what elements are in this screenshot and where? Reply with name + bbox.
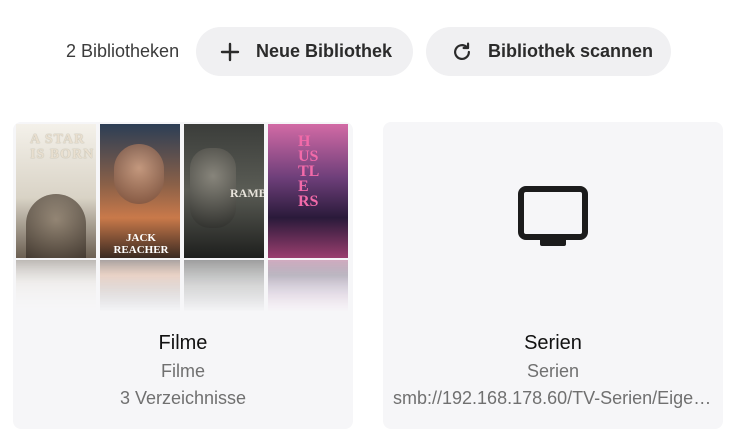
new-library-button[interactable]: Neue Bibliothek [196, 27, 413, 76]
poster-title: JACK REACHER [113, 232, 169, 256]
library-toolbar: 2 Bibliotheken Neue Bibliothek Bibliothe… [0, 27, 750, 76]
poster-a-star-is-born: A STAR IS BORN [16, 124, 96, 312]
library-title: Serien [524, 332, 582, 354]
tv-icon [518, 186, 588, 248]
poster-jack-reacher: JACK REACHER [100, 124, 180, 312]
library-detail: 3 Verzeichnisse [119, 388, 247, 408]
library-count: 2 Bibliotheken [66, 41, 180, 61]
library-type: Filme [161, 361, 205, 381]
library-path: smb://192.168.178.60/TV-Serien/Eigene Se… [393, 388, 713, 408]
poster-title: HUSTLERS [298, 133, 320, 210]
poster-collage: A STAR IS BORN JACK REACHER RAMBO HUSTLE… [16, 124, 350, 312]
library-type: Serien [526, 361, 580, 381]
poster-rambo: RAMBO [184, 124, 264, 312]
library-card-filme[interactable]: A STAR IS BORN JACK REACHER RAMBO HUSTLE… [13, 122, 353, 429]
library-title: Filme [158, 332, 208, 354]
poster-hustlers: HUSTLERS [268, 124, 348, 312]
new-library-label: Neue Bibliothek [256, 41, 393, 61]
scan-library-button[interactable]: Bibliothek scannen [426, 27, 671, 76]
poster-title: RAMBO [230, 186, 264, 200]
refresh-icon [450, 40, 474, 64]
scan-library-label: Bibliothek scannen [488, 41, 654, 61]
plus-icon [218, 40, 242, 64]
library-card-serien[interactable]: Serien Serien smb://192.168.178.60/TV-Se… [383, 122, 723, 429]
poster-title: A STAR IS BORN [30, 132, 95, 162]
